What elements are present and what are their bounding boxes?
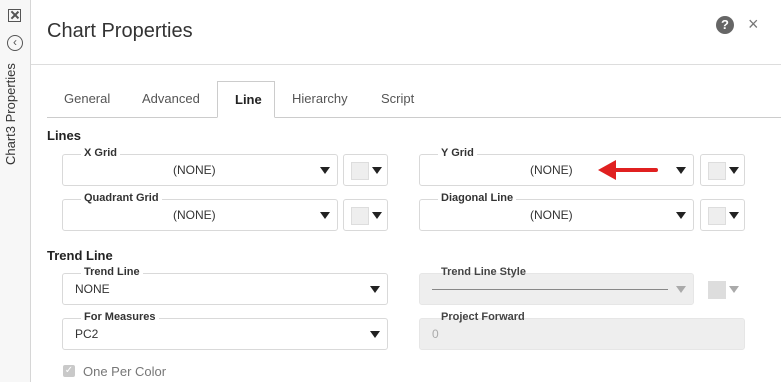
chevron-down-icon [320,167,330,174]
trend-line-value: NONE [75,282,110,296]
tab-line[interactable]: Line [217,81,275,118]
chevron-down-icon [729,167,739,174]
quadrant-grid-label: Quadrant Grid [81,192,162,204]
quadrant-grid-value: (NONE) [173,208,216,222]
x-grid-label: X Grid [81,147,121,159]
one-per-color-label: One Per Color [83,364,167,379]
color-swatch-icon [708,207,726,225]
diagonal-line-select[interactable]: Diagonal Line (NONE) [419,192,694,231]
trend-line-color-picker[interactable] [700,273,745,305]
quadrant-grid-color-picker[interactable] [343,199,388,231]
chevron-down-icon [729,212,739,219]
chevron-down-icon [370,286,380,293]
x-grid-color-picker[interactable] [343,154,388,186]
tab-hierarchy[interactable]: Hierarchy [275,81,365,117]
chevron-down-icon [370,331,380,338]
diagonal-line-value: (NONE) [530,208,573,222]
help-icon[interactable]: ? [716,16,734,34]
close-icon[interactable]: × [748,14,759,35]
tab-general[interactable]: General [47,81,127,117]
chevron-down-icon [676,167,686,174]
tab-bar: General Advanced Line Hierarchy Script [47,81,781,118]
diagonal-line-color-picker[interactable] [700,199,745,231]
dialog-title: Chart Properties [47,20,193,42]
line-style-preview [432,289,668,290]
y-grid-value: (NONE) [530,163,573,177]
header-divider [31,64,781,65]
chevron-down-icon [676,286,686,293]
one-per-color-checkbox[interactable]: ✓ [63,365,75,377]
for-measures-select[interactable]: For Measures PC2 [62,311,388,350]
collapse-arrow-icon[interactable]: ‹ [7,35,23,51]
color-swatch-icon [351,207,369,225]
project-forward-label: Project Forward [441,311,525,323]
color-swatch-icon [708,162,726,180]
trend-line-heading: Trend Line [47,248,113,263]
chevron-down-icon [372,212,382,219]
quadrant-grid-select[interactable]: Quadrant Grid (NONE) [62,192,338,231]
trend-line-select[interactable]: Trend Line NONE [62,266,388,305]
trend-line-style-label: Trend Line Style [441,266,526,278]
color-swatch-icon [708,281,726,299]
annotation-arrow-icon [598,160,658,180]
tab-advanced[interactable]: Advanced [125,81,217,117]
color-swatch-icon [351,162,369,180]
chevron-down-icon [372,167,382,174]
chevron-down-icon [320,212,330,219]
project-forward-input[interactable]: Project Forward 0 [419,311,745,350]
chevron-down-icon [676,212,686,219]
x-grid-select[interactable]: X Grid (NONE) [62,147,338,186]
for-measures-value: PC2 [75,327,99,341]
diagonal-line-label: Diagonal Line [438,192,517,204]
y-grid-label: Y Grid [438,147,477,159]
chevron-down-icon [729,286,739,293]
close-panel-icon[interactable] [8,9,21,22]
lines-heading: Lines [47,128,81,143]
side-panel-label: Chart3 Properties [3,63,18,165]
trend-line-style-select[interactable]: Trend Line Style [419,266,694,305]
x-grid-value: (NONE) [173,163,216,177]
tab-script[interactable]: Script [364,81,431,117]
y-grid-color-picker[interactable] [700,154,745,186]
project-forward-value: 0 [432,327,439,341]
side-panel-strip: ‹ Chart3 Properties [0,0,31,382]
